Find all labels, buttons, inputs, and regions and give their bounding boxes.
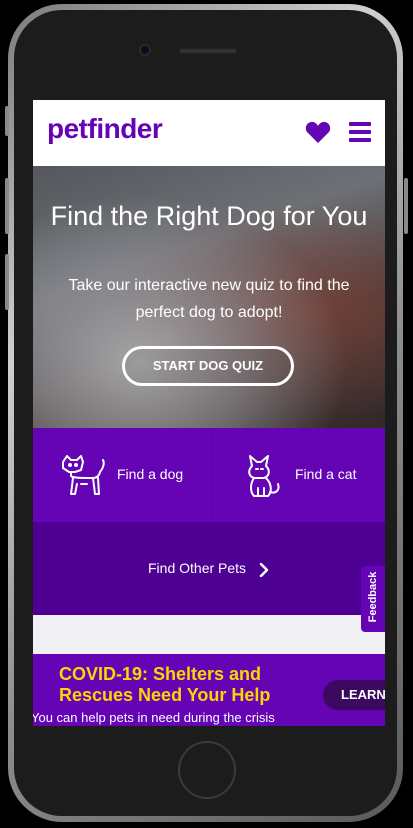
heart-icon[interactable]	[305, 120, 331, 144]
find-cat-label: Find a cat	[295, 466, 357, 482]
petfinder-logo[interactable]: petfinder	[47, 113, 163, 145]
menu-icon[interactable]	[349, 122, 371, 142]
volume-down-button	[5, 254, 9, 310]
find-dog-tile[interactable]: Find a dog	[33, 428, 212, 522]
home-button[interactable]	[178, 741, 236, 799]
hero-title: Find the Right Dog for You	[50, 201, 368, 231]
find-other-pets-label: Find Other Pets	[148, 560, 247, 576]
site-header: petfinder	[33, 100, 385, 166]
mute-switch	[5, 106, 9, 136]
power-button	[404, 178, 408, 234]
covid-banner-title: COVID-19: Shelters and Rescues Need Your…	[59, 664, 271, 705]
chevron-right-icon	[259, 563, 269, 577]
dog-icon	[62, 455, 105, 495]
volume-up-button	[5, 178, 9, 234]
feedback-tab[interactable]: Feedback	[361, 566, 385, 632]
covid-banner-subtitle: You can help pets in need during the cri…	[33, 710, 275, 725]
section-spacer	[33, 615, 385, 654]
phone-screen: petfinder Find the Right Dog for You Tak…	[33, 100, 385, 726]
hero-banner: Find the Right Dog for You Take our inte…	[33, 166, 385, 428]
hero-subtitle: Take our interactive new quiz to find th…	[68, 277, 350, 321]
cat-icon	[248, 455, 280, 497]
learn-more-button[interactable]: LEARN	[323, 680, 385, 710]
front-camera	[141, 46, 149, 54]
covid-banner: COVID-19: Shelters and Rescues Need Your…	[33, 654, 385, 726]
find-other-pets-tile[interactable]: Find Other Pets	[33, 522, 385, 615]
pet-search-tiles: Find a dog Find a cat	[33, 428, 385, 522]
start-dog-quiz-button[interactable]: START DOG QUIZ	[122, 346, 294, 386]
earpiece-speaker	[178, 48, 238, 54]
find-cat-tile[interactable]: Find a cat	[212, 428, 385, 522]
feedback-label: Feedback	[367, 571, 379, 623]
find-dog-label: Find a dog	[117, 466, 184, 482]
